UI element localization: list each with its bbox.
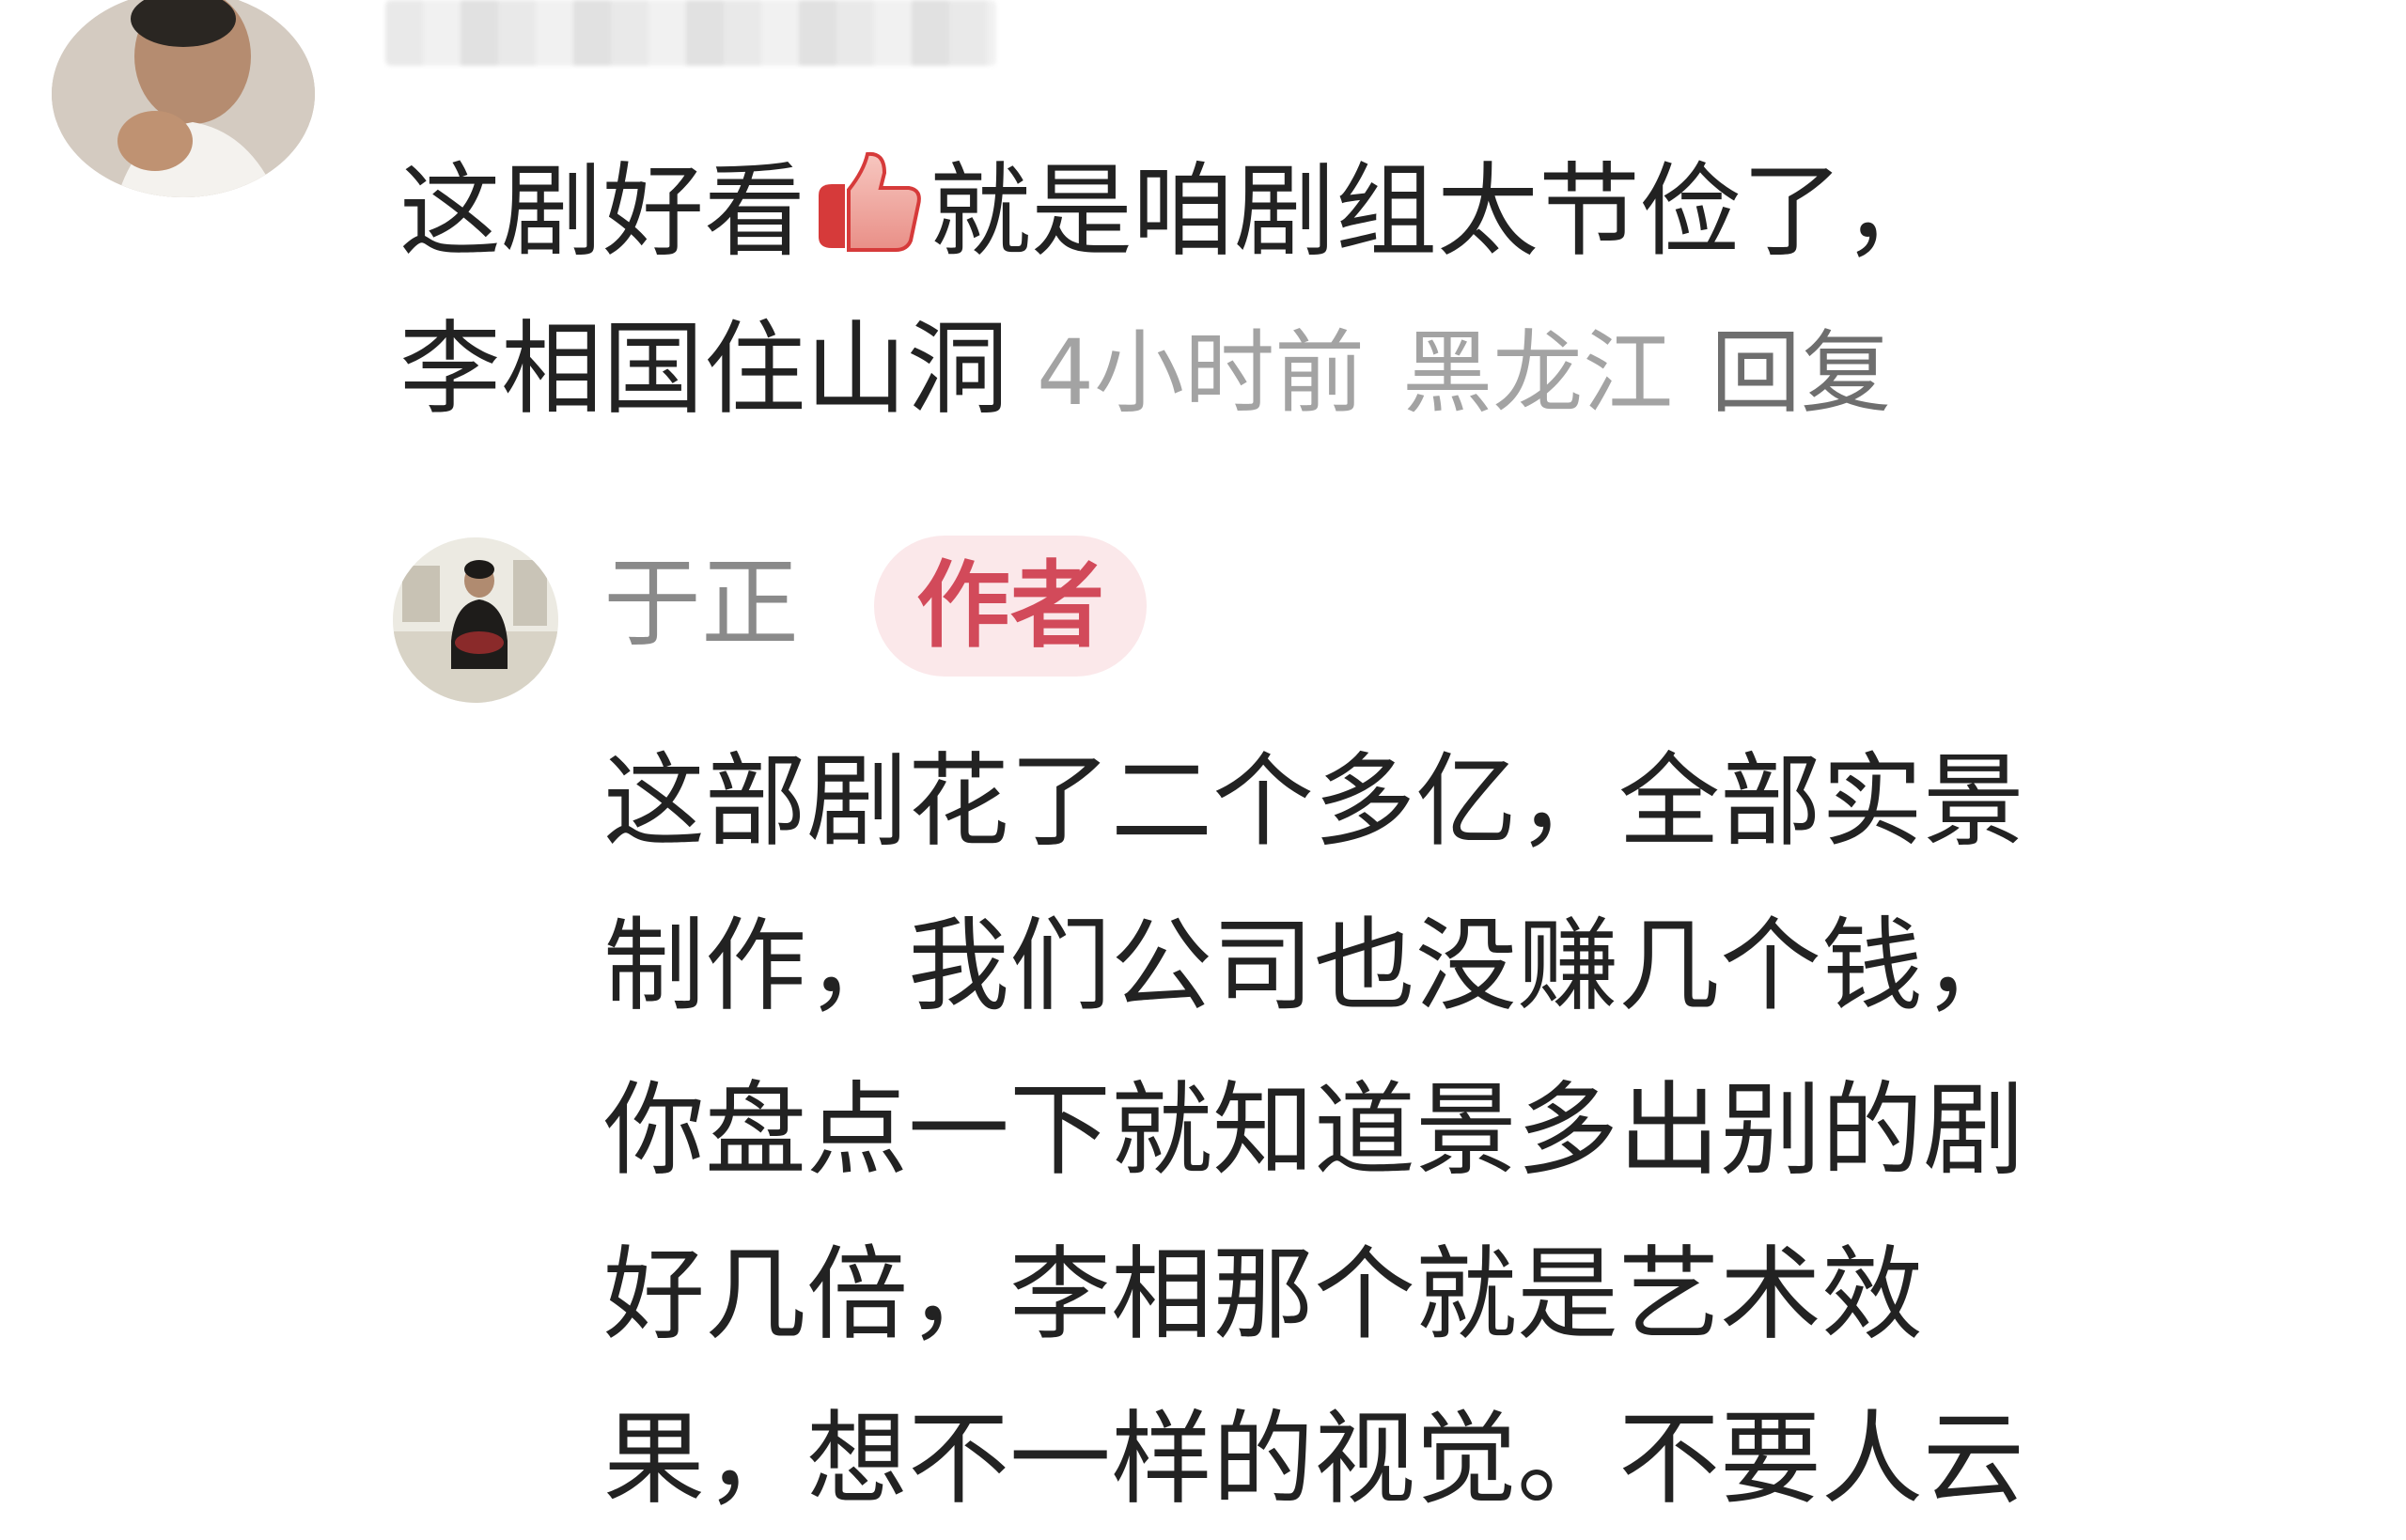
commenter-avatar-image	[52, 0, 315, 197]
reply-line-1: 这部剧花了二个多亿，全部实景	[603, 743, 2025, 861]
thumbs-up-icon	[811, 150, 924, 256]
comment-line-1: 这剧好看 就是咱剧组太节俭了，	[399, 150, 1945, 263]
comment-location: 黑龙江	[1402, 320, 1674, 426]
comment-timestamp: 4小时前	[1037, 320, 1366, 426]
reply-line-3: 你盘点一下就知道景多出别的剧	[603, 1072, 2025, 1190]
author-avatar[interactable]	[393, 537, 558, 703]
reply-line-5: 果，想不一样的视觉。不要人云	[603, 1401, 2025, 1518]
reply-button[interactable]: 回复	[1711, 320, 1891, 426]
author-avatar-image	[393, 537, 558, 703]
commenter-avatar[interactable]	[52, 0, 315, 197]
reply-line-4: 好几倍，李相那个就是艺术效	[603, 1237, 1924, 1354]
comment-line-2: 李相国住山洞 4小时前 黑龙江 回复	[399, 319, 1891, 421]
reply-line-2: 制作，我们公司也没赚几个钱，	[603, 908, 2025, 1025]
comment-text-after-emoji: 就是咱剧组太节俭了，	[930, 153, 1945, 271]
comment-text-before-emoji: 这剧好看	[399, 153, 806, 271]
author-username[interactable]: 于正	[603, 554, 799, 652]
commenter-username-blurred[interactable]	[385, 0, 996, 66]
comment-text-line-2: 李相国住山洞	[399, 311, 1009, 428]
author-badge: 作者	[874, 536, 1147, 677]
